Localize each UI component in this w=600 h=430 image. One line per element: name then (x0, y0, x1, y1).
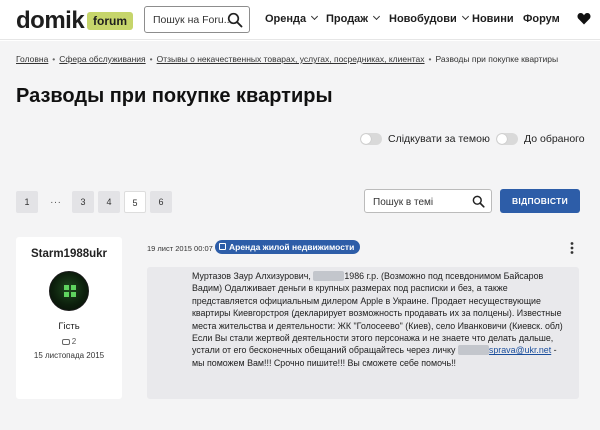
page-6[interactable]: 6 (150, 191, 172, 213)
page-ellipsis: ... (50, 195, 62, 206)
user-card: Starm1988ukr Гість 2 15 листопада 2015 (16, 237, 122, 399)
nav-sale-label: Продаж (326, 13, 369, 25)
site-search[interactable] (144, 6, 250, 33)
join-date: 15 листопада 2015 (33, 351, 105, 360)
site-header: domik forum Оренда Продаж Новобудови Нов… (0, 0, 600, 40)
breadcrumb-separator: • (52, 54, 56, 64)
page-3[interactable]: 3 (72, 191, 94, 213)
nav-rent-label: Оренда (265, 13, 307, 25)
breadcrumb-current: Разводы при покупке квартиры (435, 54, 559, 64)
post-text: Муртазов Заур Алхизурович, xxxxxxx1986 г… (192, 270, 570, 369)
site-search-input[interactable] (153, 12, 231, 28)
site-logo[interactable]: domik (16, 7, 85, 35)
reply-button[interactable]: ВІДПОВІСТИ (500, 189, 580, 213)
follow-toggle[interactable]: Слідкувати за темою (360, 133, 490, 146)
calendar-icon (219, 243, 226, 250)
breadcrumb: Головна • Сфера обслуживания • Отзывы о нека… (16, 54, 558, 64)
heart-icon[interactable] (577, 12, 591, 25)
nav-sale[interactable]: Продаж (326, 12, 381, 25)
follow-switch[interactable] (360, 133, 382, 146)
page-4[interactable]: 4 (98, 191, 120, 213)
avatar[interactable] (49, 271, 89, 311)
nav-forum-label: Форум (523, 13, 560, 25)
message-count-value: 2 (71, 337, 77, 346)
topic-search[interactable] (364, 189, 492, 213)
follow-label: Слідкувати за темою (388, 133, 490, 146)
favorites-label: До обраного (524, 133, 585, 146)
breadcrumb-separator: • (149, 54, 153, 64)
more-vertical-icon[interactable] (570, 242, 574, 254)
post-author[interactable]: Starm1988ukr (16, 248, 122, 260)
favorites-toggle[interactable]: До обраного (496, 133, 585, 146)
breadcrumb-reviews[interactable]: Отзывы о некачественных товарах, услугах… (157, 54, 425, 64)
page-5-current: 5 (124, 191, 146, 213)
nav-forum[interactable]: Форум (523, 13, 560, 25)
redacted-text: xxxxxxx (313, 271, 345, 281)
post-body: Муртазов Заур Алхизурович, xxxxxxx1986 г… (147, 267, 579, 399)
redacted-text: xxxxxxx (457, 345, 489, 356)
user-role: Гість (58, 321, 80, 332)
nav-new-buildings-label: Новобудови (389, 13, 457, 25)
message-icon (61, 338, 70, 345)
post-tag[interactable]: Аренда жилой недвижимости (215, 240, 361, 254)
post-text-part2: 1986 г.р. (Возможно под псевдонимом Байс… (192, 271, 563, 356)
page-title: Разводы при покупке квартиры (16, 85, 333, 107)
post-text-part1: Муртазов Заур Алхизурович, (192, 271, 314, 281)
nav-news[interactable]: Новини (472, 13, 514, 25)
chevron-down-icon (373, 12, 381, 21)
page-content: Головна • Сфера обслуживания • Отзывы о нека… (0, 41, 600, 430)
avatar-logo-icon (64, 285, 76, 297)
nav-rent[interactable]: Оренда (265, 12, 319, 25)
chevron-down-icon (311, 12, 319, 21)
post-date[interactable]: 19 лист 2015 00:07 (147, 244, 213, 253)
nav-news-label: Новини (472, 13, 514, 25)
page-1[interactable]: 1 (16, 191, 38, 213)
nav-new-buildings[interactable]: Новобудови (389, 12, 469, 25)
search-icon[interactable] (227, 12, 243, 28)
breadcrumb-services[interactable]: Сфера обслуживания (59, 54, 145, 64)
email-link[interactable]: sprava@ukr.net (489, 345, 551, 355)
chevron-down-icon (461, 12, 469, 21)
breadcrumb-separator: • (428, 54, 432, 64)
search-icon[interactable] (472, 195, 485, 208)
message-count: 2 (16, 337, 122, 346)
forum-badge[interactable]: forum (87, 12, 133, 30)
favorites-switch[interactable] (496, 133, 518, 146)
topic-search-input[interactable] (373, 195, 469, 209)
post-tag-label: Аренда жилой недвижимости (229, 242, 355, 252)
breadcrumb-home[interactable]: Головна (16, 54, 48, 64)
